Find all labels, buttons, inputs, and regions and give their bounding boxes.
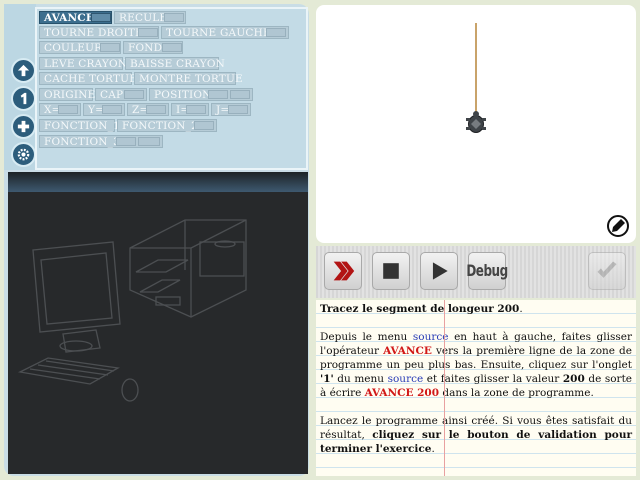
- source-keyword: source: [387, 373, 424, 385]
- tab-movement-arrow-icon[interactable]: [11, 58, 36, 83]
- double-chevron-right-icon: [333, 261, 355, 281]
- debug-button[interactable]: Debug: [466, 252, 508, 290]
- block-slot: [102, 105, 122, 114]
- block-couleur-label: COULEUR: [44, 42, 103, 54]
- text: dans la zone de programme.: [439, 387, 594, 399]
- block-slot: [266, 28, 286, 37]
- block-z[interactable]: Z=: [127, 103, 169, 116]
- block-fonction-1-label: FONCTION_1: [44, 120, 120, 132]
- block-montre-tortue-label: MONTRE TORTUE: [139, 73, 243, 85]
- code-keyword: AVANCE 200: [364, 387, 440, 399]
- turtle-canvas: [316, 5, 636, 243]
- block-leve-crayon[interactable]: LEVE CRAYON: [39, 57, 127, 70]
- tab-operators-plus-icon[interactable]: [11, 114, 36, 139]
- checkmark-icon: [597, 261, 617, 278]
- block-tourne-gauche-label: TOURNE GAUCHE: [166, 27, 271, 39]
- block-baisse-crayon-label: BAISSE CRAYON: [130, 58, 226, 70]
- block-slot: [164, 13, 184, 22]
- block-slot: [91, 13, 111, 22]
- block-i[interactable]: I=: [171, 103, 209, 116]
- block-couleur[interactable]: COULEUR: [39, 41, 121, 54]
- instructions-title: Tracez le segment de longeur 200.: [320, 302, 632, 316]
- program-area-header: [8, 172, 308, 192]
- exercise-title: Tracez le segment de longeur 200: [320, 303, 520, 315]
- block-y[interactable]: Y=: [83, 103, 125, 116]
- block-fonction-2-label: FONCTION_2: [122, 120, 198, 132]
- block-slot: [138, 28, 158, 37]
- block-avance[interactable]: AVANCE: [39, 11, 112, 24]
- computer-outline-icon: [17, 219, 247, 402]
- tab-keyword: '1': [320, 373, 334, 385]
- block-tourne-droite[interactable]: TOURNE DROITE: [39, 26, 159, 39]
- block-recule-label: RECULE: [119, 12, 168, 24]
- block-j[interactable]: J=: [211, 103, 251, 116]
- block-slot: [58, 105, 78, 114]
- run-button[interactable]: [324, 252, 362, 290]
- instructions-panel: Tracez le segment de longeur 200. Depuis…: [316, 300, 636, 476]
- block-fond[interactable]: FOND: [123, 41, 183, 54]
- stop-button[interactable]: [372, 252, 410, 290]
- source-tab-bar: [4, 4, 36, 170]
- play-button[interactable]: [420, 252, 458, 290]
- notebook-margin-line: [444, 300, 445, 476]
- block-tourne-droite-label: TOURNE DROITE: [44, 27, 143, 39]
- program-area[interactable]: [8, 172, 308, 474]
- tab-numbers-one-icon[interactable]: [11, 86, 36, 111]
- block-origine-label: ORIGINE: [44, 89, 96, 101]
- block-leve-crayon-label: LEVE CRAYON: [44, 58, 128, 70]
- block-slot: [124, 90, 144, 99]
- block-fond-label: FOND: [128, 42, 163, 54]
- text: .: [431, 443, 435, 455]
- block-slot: [208, 90, 228, 99]
- block-montre-tortue[interactable]: MONTRE TORTUE: [134, 72, 243, 85]
- control-toolbar: Debug: [316, 246, 636, 298]
- title-end: .: [519, 303, 523, 315]
- pen-cursor-icon[interactable]: [607, 215, 629, 237]
- block-slot: [100, 43, 120, 52]
- instructions-paragraph-2: Lancez le programme ainsi créé. Si vous …: [320, 414, 632, 456]
- block-fonction-3-label: FONCTION_3: [44, 136, 120, 148]
- block-recule[interactable]: RECULE: [114, 11, 186, 24]
- validate-button[interactable]: [588, 252, 626, 290]
- block-slot: [228, 105, 248, 114]
- operator-palette: AVANCE RECULE TOURNE DROITE TOURNE GAUCH…: [35, 7, 308, 170]
- block-slot: [194, 121, 214, 130]
- play-triangle-icon: [432, 262, 448, 280]
- text: Depuis le menu: [320, 331, 413, 343]
- block-baisse-crayon[interactable]: BAISSE CRAYON: [125, 57, 225, 70]
- stop-square-icon: [383, 263, 399, 279]
- block-position-label: POSITION: [154, 89, 212, 101]
- block-slot: [186, 105, 206, 114]
- block-slot: [138, 137, 160, 146]
- block-cap-label: CAP: [100, 89, 124, 101]
- block-x[interactable]: X=: [39, 103, 81, 116]
- instructions-paragraph-1: Depuis le menu source en haut à gauche, …: [320, 330, 632, 400]
- block-cap[interactable]: CAP: [95, 88, 147, 101]
- block-slot: [162, 43, 182, 52]
- debug-label: Debug: [466, 261, 508, 281]
- block-slot: [146, 105, 166, 114]
- block-cache-tortue[interactable]: CACHE TORTUE: [39, 72, 137, 85]
- avance-keyword: AVANCE: [383, 345, 432, 357]
- block-fonction-1[interactable]: FONCTION_1: [39, 119, 120, 132]
- block-origine[interactable]: ORIGINE: [39, 88, 96, 101]
- block-fonction-3[interactable]: FONCTION_3: [39, 135, 163, 148]
- value-keyword: 200: [562, 373, 585, 385]
- turtle-icon: [466, 111, 486, 133]
- block-slot: [230, 90, 250, 99]
- block-slot: [116, 137, 136, 146]
- tab-settings-gear-icon[interactable]: [11, 142, 36, 167]
- block-tourne-gauche[interactable]: TOURNE GAUCHE: [161, 26, 289, 39]
- block-fonction-2[interactable]: FONCTION_2: [117, 119, 217, 132]
- block-position[interactable]: POSITION: [149, 88, 253, 101]
- block-cache-tortue-label: CACHE TORTUE: [44, 73, 138, 85]
- block-avance-label: AVANCE: [44, 12, 95, 24]
- text: du menu: [333, 373, 388, 385]
